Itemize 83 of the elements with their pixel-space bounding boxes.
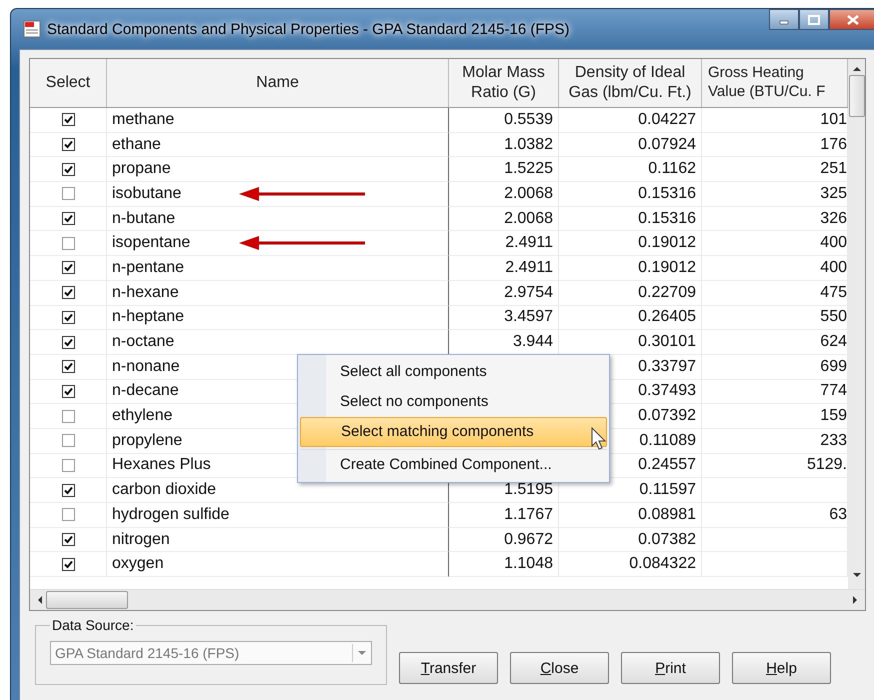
column-header[interactable]: Molar Mass Ratio (G) — [449, 59, 559, 107]
table-cell: 2.0068 — [449, 182, 559, 207]
table-cell: 3.4597 — [449, 306, 559, 330]
table-cell: 1.1767 — [449, 503, 559, 528]
table-cell: ethylene — [112, 407, 172, 426]
dialog-button[interactable]: Help — [732, 652, 831, 684]
table-cell: n-pentane — [112, 258, 184, 277]
checkbox[interactable] — [62, 336, 74, 349]
checkbox[interactable] — [62, 484, 74, 497]
table-cell: 1.5225 — [449, 157, 559, 182]
checkbox[interactable] — [62, 113, 74, 126]
table-cell: carbon dioxide — [112, 481, 216, 500]
checkbox[interactable] — [62, 384, 74, 398]
table-cell: 2.0068 — [449, 206, 559, 232]
table-cell: nitrogen — [112, 530, 170, 549]
table-cell: 0.084322 — [559, 552, 702, 578]
table-cell: 0.07924 — [559, 132, 702, 158]
table-cell: propane — [112, 160, 171, 178]
table-cell: 0.04227 — [559, 108, 702, 133]
table-cell: hydrogen sulfide — [112, 506, 230, 524]
checkbox[interactable] — [62, 212, 74, 226]
table-cell: 0.1162 — [559, 157, 702, 182]
checkbox[interactable] — [62, 261, 74, 274]
table-cell: propylene — [112, 432, 182, 450]
table-cell: oxygen — [112, 555, 164, 574]
column-header[interactable]: Density of Ideal Gas (lbm/Cu. Ft.) — [559, 59, 702, 107]
table-cell: 0.15316 — [559, 206, 702, 232]
table-cell: 2.4911 — [449, 231, 559, 256]
table-cell: 0.5539 — [449, 108, 559, 133]
table-cell: 2.4911 — [449, 256, 559, 281]
table-cell: 0.9672 — [449, 528, 559, 552]
close-button[interactable] — [829, 9, 874, 30]
dialog-button[interactable]: Print — [621, 652, 720, 684]
menu-item[interactable]: Select matching components — [300, 417, 607, 447]
table-cell: 0.19012 — [559, 231, 702, 256]
table-cell: 0.22709 — [559, 280, 702, 306]
group-label: Data Source: — [51, 617, 135, 633]
minimize-button[interactable] — [769, 9, 799, 30]
dialog-button[interactable]: Transfer — [399, 652, 498, 684]
checkbox[interactable] — [62, 187, 74, 200]
checkbox[interactable] — [62, 162, 74, 176]
checkbox[interactable] — [62, 236, 74, 250]
table-cell: n-heptane — [112, 308, 184, 326]
column-header[interactable]: Name — [107, 59, 449, 107]
window-title: Standard Components and Physical Properties - GPA Standard 2145-16 (FPS) — [47, 20, 570, 38]
checkbox[interactable] — [62, 138, 74, 152]
table-cell: 0.19012 — [559, 256, 702, 281]
close-icon — [847, 14, 859, 24]
app-icon — [23, 20, 41, 38]
table-cell: ethane — [112, 136, 161, 154]
table-cell: 0.08981 — [559, 503, 702, 528]
table-cell: 0.15316 — [559, 182, 702, 207]
checkbox[interactable] — [62, 558, 74, 571]
table-cell: methane — [112, 110, 174, 129]
table-cell: 1.0382 — [449, 132, 559, 158]
dialog-button[interactable]: Close — [510, 652, 609, 684]
checkbox[interactable] — [62, 310, 74, 324]
checkbox[interactable] — [62, 286, 74, 300]
table-cell: Hexanes Plus — [112, 456, 211, 474]
vertical-scrollbar[interactable] — [848, 59, 865, 589]
checkbox[interactable] — [62, 508, 74, 522]
table-cell: 2.9754 — [449, 280, 559, 306]
table-cell: 0.26405 — [559, 306, 702, 330]
menu-item[interactable]: Create Combined Component... — [300, 449, 607, 480]
table-cell: n-octane — [112, 333, 174, 352]
table-cell: 0.07382 — [559, 528, 702, 552]
maximize-icon — [808, 14, 820, 24]
table-cell: n-decane — [112, 382, 179, 400]
checkbox[interactable] — [62, 458, 74, 472]
table-cell: 1.1048 — [449, 552, 559, 578]
table-cell: isobutane — [112, 184, 182, 203]
maximize-button[interactable] — [799, 9, 829, 30]
horizontal-scrollbar[interactable] — [30, 589, 865, 610]
checkbox[interactable] — [62, 434, 74, 448]
table-cell: n-hexane — [112, 284, 179, 302]
checkbox[interactable] — [62, 410, 74, 423]
checkbox[interactable] — [62, 360, 74, 374]
table-cell: n-butane — [112, 210, 176, 228]
cursor-icon — [591, 427, 607, 451]
table-cell: n-nonane — [112, 358, 180, 376]
checkbox[interactable] — [62, 533, 74, 546]
column-header[interactable]: Select — [30, 59, 107, 107]
table-cell: isopentane — [112, 234, 190, 252]
